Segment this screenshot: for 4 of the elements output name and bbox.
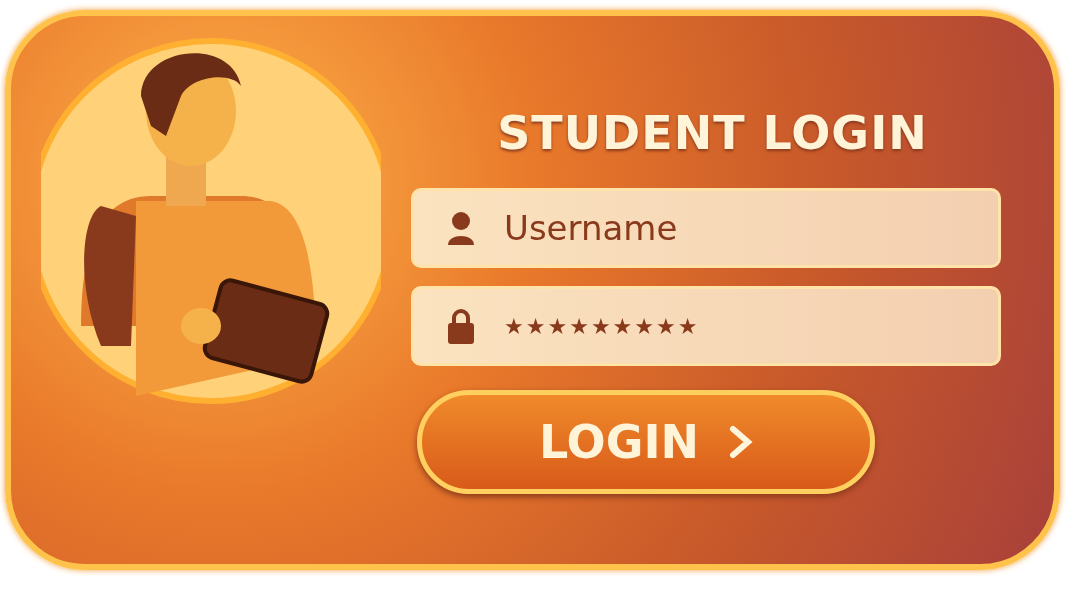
chevron-right-icon <box>729 425 754 459</box>
username-field[interactable]: Username <box>411 188 1001 268</box>
password-field[interactable]: ★★★★★★★★★ <box>411 286 1001 366</box>
login-title: STUDENT LOGIN <box>497 106 928 160</box>
